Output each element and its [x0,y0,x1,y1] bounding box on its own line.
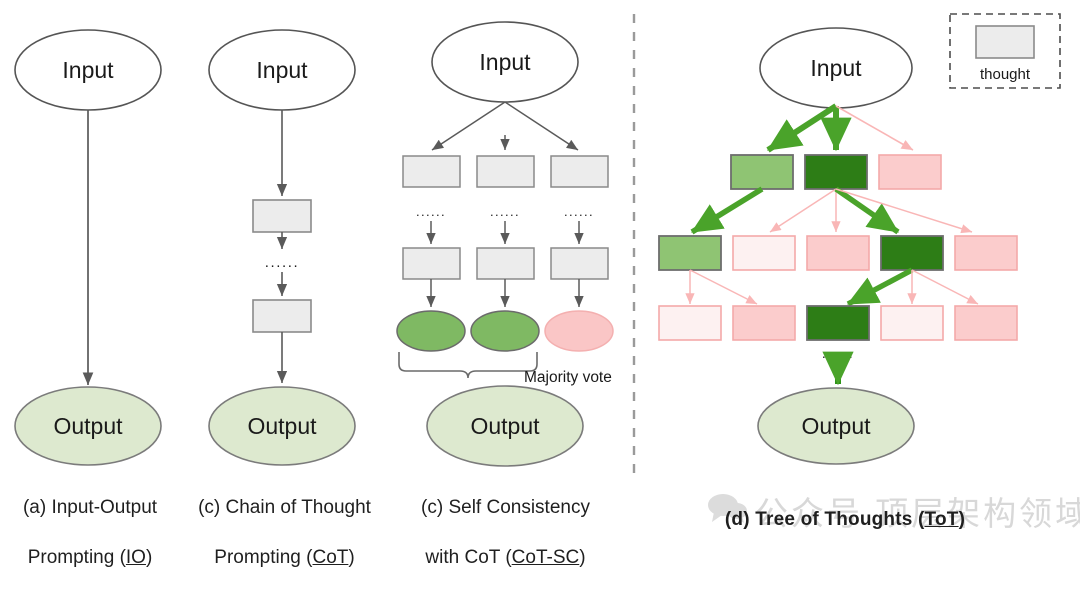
cotsc-thought-box-r1c1[interactable] [402,155,461,188]
caption-io-suffix: ) [145,547,153,569]
cotsc-result-ellipse-2[interactable] [470,310,540,352]
cotsc-input-label: Input [479,49,531,75]
tot-ellipsis: ...... [822,345,854,361]
tot-node-l3n5[interactable] [954,305,1018,341]
cotsc-output-label: Output [470,413,540,439]
tot-node-l2n1[interactable] [658,235,722,271]
tot-edge-l1n1-to-l2n1 [690,186,764,235]
io-input-node[interactable] [14,29,162,111]
legend-thought-swatch [975,25,1035,59]
tot-edge-l2n1-to-l3n2 [689,269,758,305]
tot-edge-l1n2-to-l2n2 [769,188,837,233]
tot-node-l1n1[interactable] [730,154,794,190]
caption-cot-line1: (c) Chain of Thought [198,497,371,519]
io-input-label: Input [62,57,114,83]
cot-ellipsis: ...... [265,254,300,271]
cot-input-label: Input [256,57,308,83]
panel-io: Input Output [14,29,162,466]
tot-node-l1n3[interactable] [878,154,942,190]
cot-thought-box-1[interactable] [252,199,312,233]
cotsc-ellipsis-c3: ...... [564,204,594,219]
legend: thought [949,13,1061,89]
caption-cot-line2: Prompting (CoT) [187,545,382,570]
tot-node-l2n2[interactable] [732,235,796,271]
cotsc-thought-box-r2c3[interactable] [550,247,609,280]
legend-thought-label: thought [980,66,1031,83]
tot-node-l3n1[interactable] [658,305,722,341]
caption-tot: (d) Tree of Thoughts (ToT) [700,482,990,557]
tot-edge-root-to-l1n3 [835,105,914,151]
caption-io-line2: Prompting (IO) [0,545,180,570]
cot-output-node[interactable] [208,386,356,466]
tot-node-l3n3[interactable] [806,305,870,341]
caption-cotsc-suffix: ) [579,547,586,569]
cotsc-majority-vote-label: Majority vote [524,369,612,386]
cotsc-ellipsis-c2: ...... [490,204,520,219]
cotsc-thought-box-r1c2[interactable] [476,155,535,188]
cotsc-result-ellipse-1[interactable] [396,310,466,352]
caption-io-line1: (a) Input-Output [22,497,158,519]
cot-input-node[interactable] [208,29,356,111]
caption-io-prefix: Prompting ( [27,547,126,569]
cotsc-input-node[interactable] [431,21,579,103]
caption-cot-prefix: Prompting ( [214,547,313,569]
cotsc-fan-arrow-left [431,101,506,151]
io-output-node[interactable] [14,386,162,466]
panel-tot: Input ...... Output [658,27,1018,465]
tot-output-node[interactable] [757,387,915,465]
tot-node-l2n4[interactable] [880,235,944,271]
caption-cot-sc: (c) Self Consistency with CoT (CoT-SC) [408,470,603,595]
caption-cotsc-prefix: with CoT ( [425,547,512,569]
cotsc-fan-arrow-right [504,101,579,151]
caption-io: (a) Input-Output Prompting (IO) [0,470,180,595]
caption-cot-abbr: CoT [312,547,349,569]
caption-cotsc-line1: (c) Self Consistency [421,497,590,519]
caption-tot-text: (d) Tree of Thoughts (ToT) [724,509,966,531]
caption-cot-suffix: ) [348,547,355,569]
caption-cotsc-line2: with CoT (CoT-SC) [408,545,603,570]
cotsc-thought-box-r2c2[interactable] [476,247,535,280]
io-output-label: Output [53,413,123,439]
legend-box [949,13,1061,89]
panel-cot-sc: Input ...... ...... ...... Majority vote… [396,21,614,467]
cot-output-label: Output [247,413,317,439]
tot-node-l1n2[interactable] [804,154,868,190]
caption-io-abbr: IO [125,547,146,569]
tot-input-label: Input [810,55,862,81]
tot-node-l3n4[interactable] [880,305,944,341]
cotsc-thought-box-r1c3[interactable] [550,155,609,188]
diagram-svg: Input Output Input ...... Output Input .… [14,13,1061,480]
caption-cotsc-abbr: CoT-SC [511,547,580,569]
tot-edge-l1n2-to-l2n4 [834,186,900,235]
tot-node-l2n3[interactable] [806,235,870,271]
cot-thought-box-2[interactable] [252,299,312,333]
cotsc-output-node[interactable] [426,385,584,467]
tot-edge-l1n2-to-l2n5 [835,188,973,234]
tot-input-node[interactable] [759,27,913,109]
tot-node-l2n5[interactable] [954,235,1018,271]
tot-edge-l2n4-to-l3n3 [846,267,914,307]
panel-cot: Input ...... Output [208,29,356,466]
cotsc-majority-brace [398,352,538,379]
tot-edge-l2n4-to-l3n5 [911,269,979,305]
tot-output-label: Output [801,413,871,439]
tot-node-l3n2[interactable] [732,305,796,341]
tot-edge-root-to-l1n1 [766,103,838,153]
caption-cot: (c) Chain of Thought Prompting (CoT) [187,470,382,595]
caption-tot-abbr: ToT [924,509,959,531]
figure-canvas: Input Output Input ...... Output Input .… [0,0,1080,568]
cotsc-ellipsis-c1: ...... [416,204,446,219]
cotsc-thought-box-r2c1[interactable] [402,247,461,280]
cotsc-result-ellipse-3[interactable] [544,310,614,352]
